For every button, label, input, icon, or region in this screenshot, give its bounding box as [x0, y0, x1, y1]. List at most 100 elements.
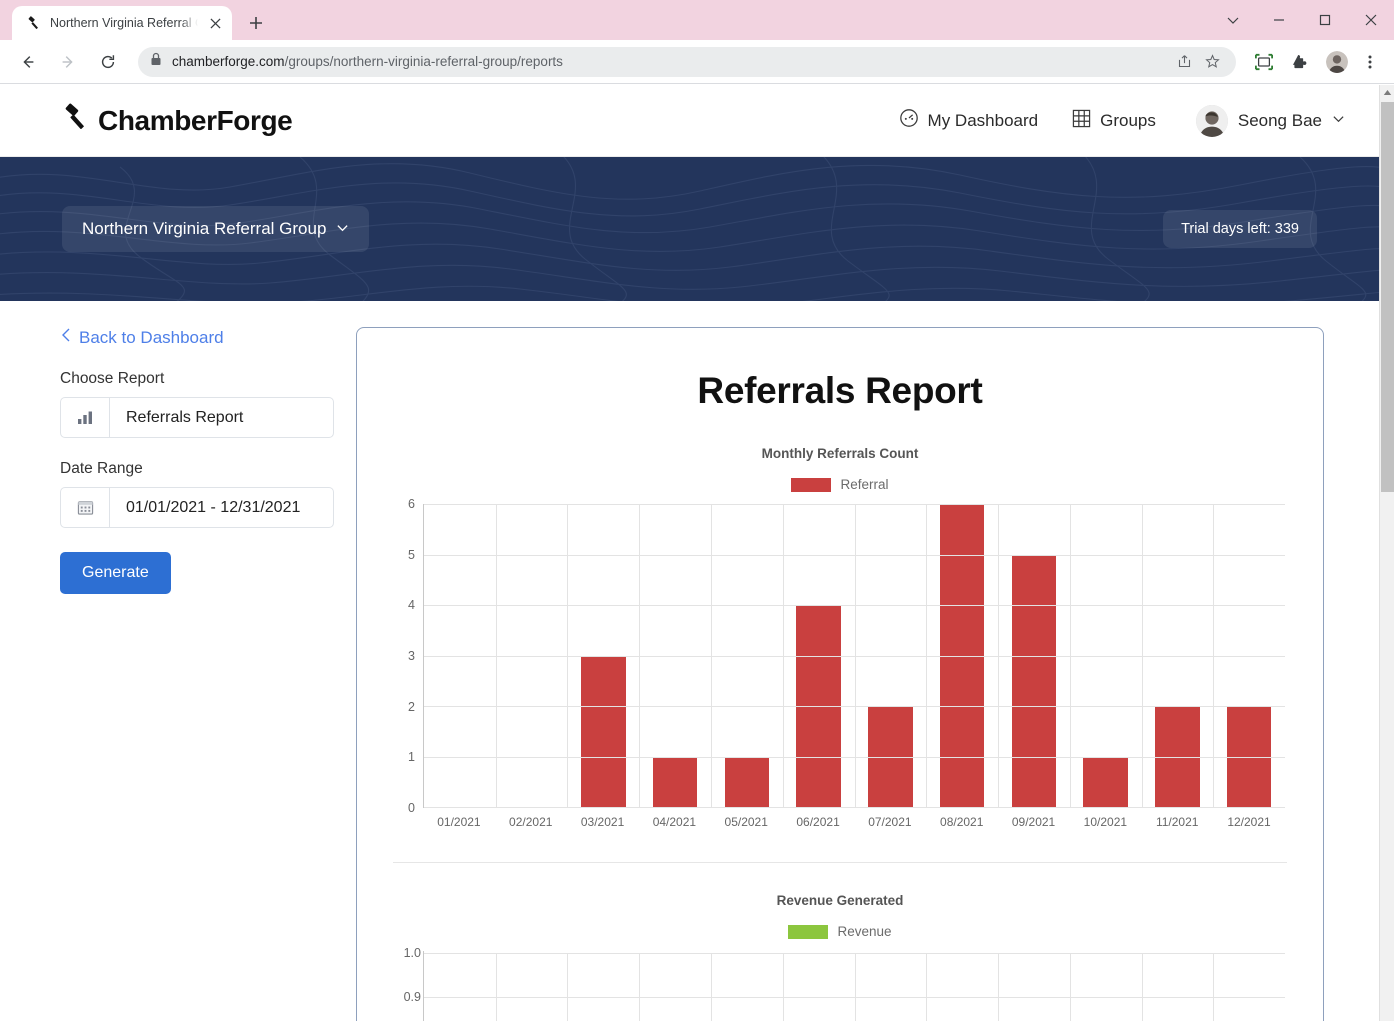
back-to-dashboard-link[interactable]: Back to Dashboard	[60, 327, 334, 348]
chart1-x-label: 01/2021	[423, 808, 495, 834]
nav-my-dashboard[interactable]: My Dashboard	[899, 108, 1039, 133]
tab-strip: Northern Virginia Referral Group	[0, 0, 1394, 40]
maximize-button[interactable]	[1302, 0, 1348, 40]
kebab-menu-icon[interactable]	[1356, 48, 1384, 76]
chart1-x-label: 06/2021	[782, 808, 854, 834]
chart1-gridline-v	[926, 504, 927, 807]
chart2-gridline-v	[711, 953, 712, 1021]
profile-avatar[interactable]	[1326, 51, 1348, 73]
chart2-gridline-v	[998, 953, 999, 1021]
chart1-legend: Referral	[387, 477, 1293, 492]
chart-monthly-referrals-count: Monthly Referrals Count Referral 0123456…	[387, 446, 1293, 834]
chevron-left-icon	[60, 327, 72, 348]
chart1-x-label: 09/2021	[998, 808, 1070, 834]
chart2-gridline-v	[496, 953, 497, 1021]
chart1-y-tick: 4	[408, 598, 415, 612]
page-title: Referrals Report	[387, 370, 1293, 412]
chart1-gridline-v	[711, 504, 712, 807]
chart1-gridline-v	[567, 504, 568, 807]
date-range-input[interactable]: 01/01/2021 - 12/31/2021	[60, 487, 334, 528]
chart1-x-label: 08/2021	[926, 808, 998, 834]
url-path: /groups/northern-virginia-referral-group…	[285, 54, 563, 69]
chart1-gridline-v	[998, 504, 999, 807]
chart1-y-tick: 6	[408, 497, 415, 511]
share-icon[interactable]	[1172, 50, 1196, 74]
page-scrollbar[interactable]	[1379, 85, 1394, 1021]
chart2-y-tick: 1.0	[387, 946, 421, 960]
back-button[interactable]	[13, 47, 43, 77]
chevron-down-icon[interactable]	[1210, 0, 1256, 40]
chart1-bar[interactable]	[725, 757, 769, 808]
chart1-x-axis: 01/202102/202103/202104/202105/202106/20…	[423, 808, 1285, 834]
browser-tab[interactable]: Northern Virginia Referral Group	[12, 6, 232, 40]
scroll-up-arrow[interactable]	[1380, 85, 1394, 100]
chart1-title: Monthly Referrals Count	[387, 446, 1293, 461]
star-icon[interactable]	[1200, 50, 1224, 74]
page-content: ChamberForge My Dashboard Groups	[0, 85, 1379, 1021]
app-logo[interactable]: ChamberForge	[62, 103, 292, 138]
chart-revenue-generated: Revenue Generated Revenue 1.00.9	[387, 863, 1293, 1021]
scrollbar-thumb[interactable]	[1381, 102, 1394, 492]
chart2-gridline-v	[1070, 953, 1071, 1021]
chart1-bar[interactable]	[1012, 555, 1056, 808]
generate-button[interactable]: Generate	[60, 552, 171, 594]
tab-title: Northern Virginia Referral Group	[50, 16, 198, 30]
chart1-gridline-v	[855, 504, 856, 807]
chart1-x-label: 03/2021	[567, 808, 639, 834]
chart1-x-label: 12/2021	[1213, 808, 1285, 834]
chart1-bar[interactable]	[1083, 757, 1127, 808]
date-range-label: Date Range	[60, 460, 334, 478]
page-viewport: ChamberForge My Dashboard Groups	[0, 85, 1394, 1021]
address-bar[interactable]: chamberforge.com/groups/northern-virgini…	[138, 47, 1236, 77]
reload-button[interactable]	[93, 47, 123, 77]
chart1-gridline-v	[783, 504, 784, 807]
chart1-y-tick: 5	[408, 548, 415, 562]
forward-button[interactable]	[53, 47, 83, 77]
group-selector[interactable]: Northern Virginia Referral Group	[62, 206, 369, 252]
logo-text: ChamberForge	[98, 105, 292, 137]
chart2-plot: 1.00.9	[387, 951, 1285, 1021]
legend-label-revenue: Revenue	[837, 924, 891, 939]
dashboard-gauge-icon	[899, 108, 919, 133]
chart2-legend: Revenue	[387, 924, 1293, 939]
chart2-gridline-v	[1142, 953, 1143, 1021]
calendar-icon	[61, 488, 110, 527]
choose-report-select[interactable]: Referrals Report	[60, 397, 334, 438]
chart2-gridline-v	[855, 953, 856, 1021]
chart2-gridline-v	[567, 953, 568, 1021]
chart1-gridline-v	[639, 504, 640, 807]
main-content: Back to Dashboard Choose Report Referral…	[0, 301, 1379, 1021]
nav-groups[interactable]: Groups	[1072, 109, 1156, 133]
close-window-button[interactable]	[1348, 0, 1394, 40]
legend-label-referral: Referral	[840, 477, 888, 492]
chevron-down-icon	[1332, 112, 1345, 130]
chart1-bar[interactable]	[581, 656, 625, 808]
avatar	[1196, 105, 1228, 137]
extensions-puzzle-icon[interactable]	[1286, 48, 1314, 76]
close-icon[interactable]	[206, 14, 224, 32]
chevron-down-icon	[336, 219, 349, 239]
group-selector-label: Northern Virginia Referral Group	[82, 219, 326, 239]
chart2-title: Revenue Generated	[387, 893, 1293, 908]
chart1-x-label: 05/2021	[710, 808, 782, 834]
chart2-gridline-v	[1213, 953, 1214, 1021]
nav-my-dashboard-label: My Dashboard	[928, 111, 1039, 131]
user-name: Seong Bae	[1238, 111, 1322, 131]
nav-groups-label: Groups	[1100, 111, 1156, 131]
chart1-gridline-v	[1142, 504, 1143, 807]
chart1-y-tick: 3	[408, 649, 415, 663]
chart1-plot: 0123456 01/202102/202103/202104/202105/2…	[387, 504, 1285, 834]
lock-icon	[150, 52, 162, 71]
url-host: chamberforge.com	[172, 54, 285, 69]
minimize-button[interactable]	[1256, 0, 1302, 40]
chart1-x-label: 02/2021	[495, 808, 567, 834]
chart1-gridline-v	[496, 504, 497, 807]
header-nav: My Dashboard Groups	[899, 105, 1345, 137]
user-menu[interactable]: Seong Bae	[1196, 105, 1345, 137]
capture-icon[interactable]	[1250, 48, 1278, 76]
chart1-bar[interactable]	[653, 757, 697, 808]
new-tab-button[interactable]	[242, 9, 270, 37]
chart1-x-label: 11/2021	[1141, 808, 1213, 834]
report-card: Referrals Report Monthly Referrals Count…	[356, 327, 1324, 1021]
bar-chart-icon	[61, 398, 110, 437]
